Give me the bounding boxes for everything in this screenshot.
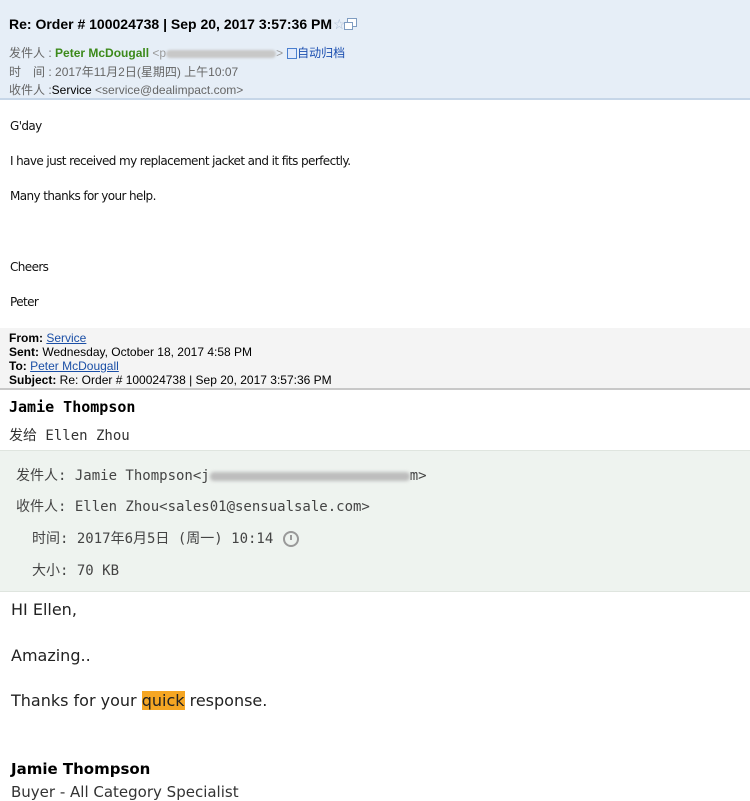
email2-time-line: 时间: 2017年6月5日 (周一) 10:14 <box>32 528 300 548</box>
quoted-subject: Subject: Re: Order # 100024738 | Sep 20,… <box>9 373 332 387</box>
quoted-from-link[interactable]: Service <box>46 331 86 345</box>
email2-to-line: 收件人: Ellen Zhou<sales01@sensualsale.com> <box>16 496 370 516</box>
email2-from-line: 发件人: Jamie Thompson<j m> <box>16 465 427 485</box>
email2-line-1: Amazing.. <box>11 646 91 665</box>
quoted-subject-value: Re: Order # 100024738 | Sep 20, 2017 3:5… <box>56 373 332 387</box>
quoted-from: From: Service <box>9 331 86 345</box>
email2-from-label: 发件人: <box>16 468 75 484</box>
quoted-from-label: From: <box>9 331 43 345</box>
redacted-email <box>166 49 277 58</box>
quoted-to: To: Peter McDougall <box>9 359 119 373</box>
auto-archive-link[interactable]: 自动归档 <box>297 46 345 60</box>
email2-size-line: 大小: 70 KB <box>32 560 119 580</box>
email2-size-label: 大小: <box>32 563 77 579</box>
email2-size-value: 70 KB <box>76 563 120 579</box>
sender-email: <p > <box>149 46 283 60</box>
redacted-email <box>209 471 410 481</box>
quoted-sent-value: Wednesday, October 18, 2017 4:58 PM <box>39 345 253 359</box>
body-line-2: Many thanks for your help. <box>10 189 156 203</box>
email2-time-value: 2017年6月5日 (周一) 10:14 <box>76 531 274 547</box>
sender-email-start: <p <box>149 46 167 60</box>
email2-line-2: Thanks for your quick response. <box>11 691 267 710</box>
recipient-email: <service@dealimpact.com> <box>91 83 244 97</box>
sender-email-end: > <box>276 46 284 60</box>
email2-send-to: 发给 Ellen Zhou <box>9 428 130 444</box>
from-line: 发件人 : Peter McDougall <p > 自动归档 <box>9 44 345 61</box>
divider <box>0 388 750 390</box>
quoted-to-link[interactable]: Peter McDougall <box>30 359 119 373</box>
time-line: 时 间 : 2017年11月2日(星期四) 上午10:07 <box>9 63 238 80</box>
body-line-closing: Cheers <box>10 260 49 274</box>
to-line: 收件人 :Service <service@dealimpact.com> <box>9 81 243 98</box>
body-line-greeting: G'day <box>10 119 42 133</box>
quoted-sent-label: Sent: <box>9 345 39 359</box>
quoted-subject-label: Subject: <box>9 373 57 387</box>
time-label: 时 间 : <box>9 65 56 79</box>
email-header: Re: Order # 100024738 | Sep 20, 2017 3:5… <box>0 0 750 100</box>
email2-line-2-post: response. <box>184 691 268 710</box>
email-subject: Re: Order # 100024738 | Sep 20, 2017 3:5… <box>9 16 333 32</box>
quoted-sent: Sent: Wednesday, October 18, 2017 4:58 P… <box>9 345 252 359</box>
quoted-to-label: To: <box>9 359 27 373</box>
time-value: 2017年11月2日(星期四) 上午10:07 <box>55 65 239 79</box>
signature-name: Jamie Thompson <box>11 760 151 778</box>
body-line-signature: Peter <box>10 295 39 309</box>
email2-sender: Jamie Thompson <box>9 398 136 416</box>
email2-from-name[interactable]: Jamie Thompson<j <box>75 468 210 484</box>
email2-to-value[interactable]: Ellen Zhou<sales01@sensualsale.com> <box>75 499 370 515</box>
recipient-name[interactable]: Service <box>52 83 92 97</box>
from-label: 发件人 : <box>9 46 56 60</box>
sender-name[interactable]: Peter McDougall <box>55 46 149 60</box>
signature-title: Buyer - All Category Specialist <box>11 783 239 801</box>
archive-icon[interactable] <box>287 48 298 60</box>
email2-to-label: 收件人: <box>16 499 75 515</box>
email2-greeting: HI Ellen, <box>11 600 77 619</box>
history-icon[interactable] <box>283 531 300 547</box>
highlighted-word: quick <box>141 691 185 710</box>
body-line-1: I have just received my replacement jack… <box>10 154 351 168</box>
email2-line-2-pre: Thanks for your <box>11 691 142 710</box>
email2-time-label: 时间: <box>32 531 77 547</box>
quoted-message-header: From: Service Sent: Wednesday, October 1… <box>0 328 750 388</box>
to-label: 收件人 : <box>9 83 52 97</box>
email2-from-email-end: m> <box>409 468 427 484</box>
email2-details-panel: 发件人: Jamie Thompson<j m> 收件人: Ellen Zhou<… <box>0 450 750 592</box>
popout-window-icon[interactable] <box>344 18 357 30</box>
